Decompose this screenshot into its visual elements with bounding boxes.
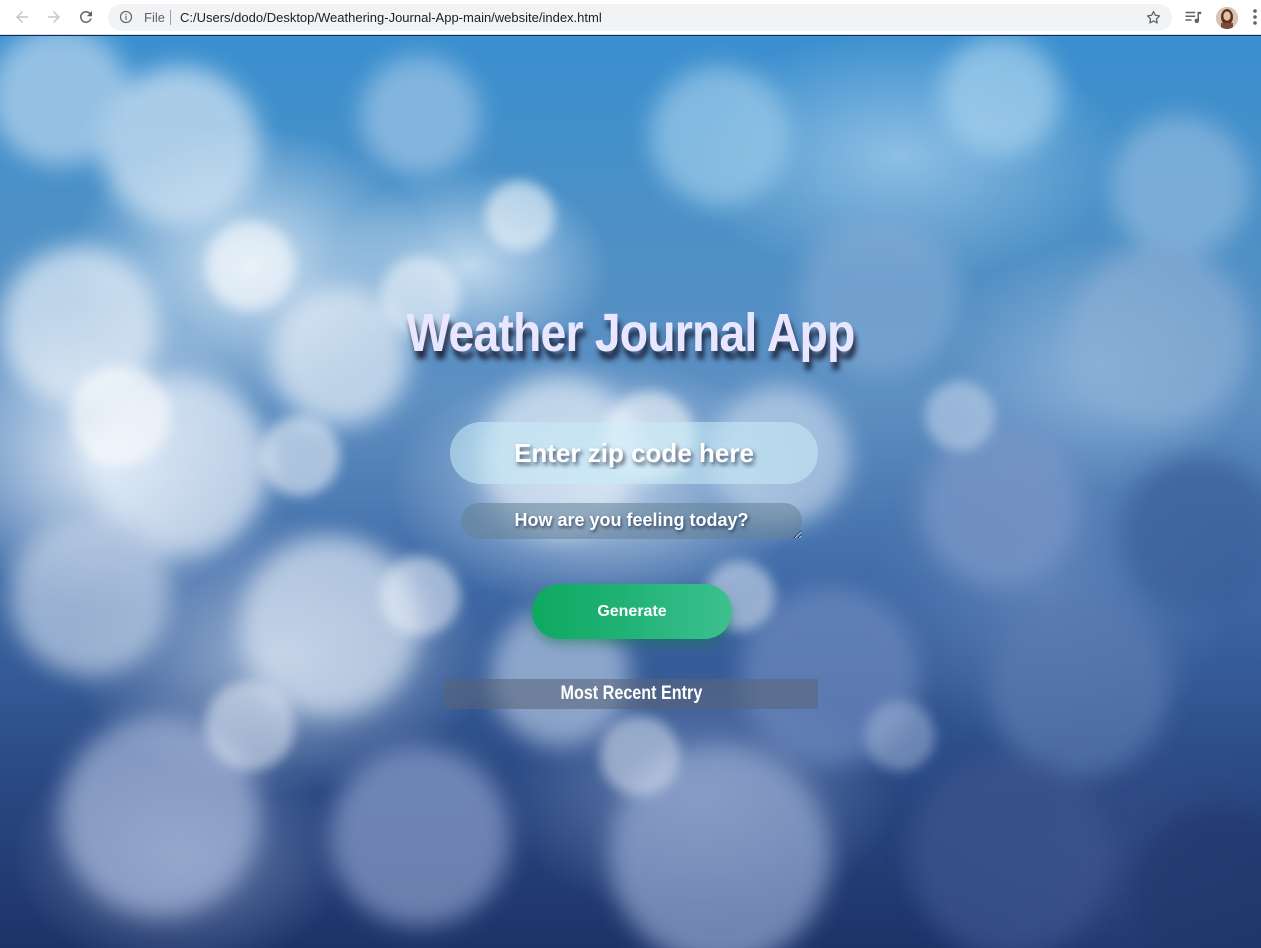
reload-icon[interactable] [75,6,97,28]
back-arrow-icon[interactable] [11,6,33,28]
star-icon[interactable] [1145,9,1162,26]
generate-button[interactable]: Generate [532,584,732,639]
address-bar[interactable]: File C:/Users/dodo/Desktop/Weathering-Jo… [108,4,1172,31]
scheme-label: File [144,10,165,25]
url-text[interactable]: C:/Users/dodo/Desktop/Weathering-Journal… [180,10,602,25]
profile-avatar[interactable] [1216,7,1238,29]
info-icon[interactable] [119,10,133,24]
most-recent-entry-header: Most Recent Entry [444,679,818,709]
forward-arrow-icon[interactable] [43,6,65,28]
browser-toolbar: File C:/Users/dodo/Desktop/Weathering-Jo… [0,0,1261,35]
app-title: Weather Journal App [406,303,855,363]
media-control-icon[interactable] [1184,8,1202,26]
page-background: Weather Journal App Generate Most Recent… [0,36,1261,948]
most-recent-entry-label: Most Recent Entry [560,683,702,704]
kebab-menu-icon[interactable] [1251,8,1259,26]
zip-code-input[interactable] [450,422,818,484]
feelings-textarea[interactable] [461,503,802,539]
omnibox-divider [170,10,171,25]
cloud-background-image [0,36,1261,948]
